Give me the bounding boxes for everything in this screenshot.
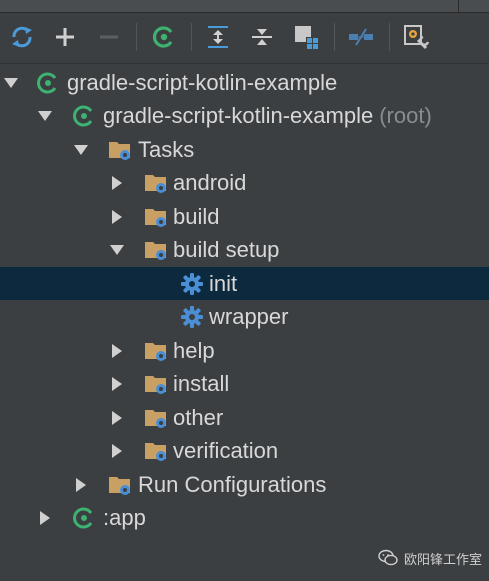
chevron-right-icon [112,175,122,190]
task-folder-icon [145,242,166,260]
expand-arrow[interactable] [72,468,90,501]
chevron-right-icon [112,209,122,224]
tree-node-android[interactable]: android [0,166,489,199]
task-folder-icon [145,175,166,193]
chevron-right-icon [40,510,50,525]
task-folder-icon [145,443,166,461]
title-strip [0,0,489,13]
tree-node-label-group: gradle-script-kotlin-example (root) [103,99,432,132]
tree-node-task-init[interactable]: init [0,267,489,300]
task-folder-icon [109,477,130,495]
tree-node-label: :app [103,505,146,530]
toolbar-separator [334,23,335,51]
tree-node-label: install [173,371,230,396]
tree-node-label: build setup [173,237,280,262]
task-folder-icon [109,142,130,160]
tree-node-label: gradle-script-kotlin-example [67,70,338,95]
chevron-right-icon [112,443,122,458]
chevron-down-icon [4,77,18,88]
root-suffix: (root) [379,103,432,128]
tree-node-task-wrapper[interactable]: wrapper [0,300,489,333]
gradle-icon [73,105,93,127]
tree-node-app-module[interactable]: :app [0,501,489,534]
tree-node-label: Tasks [138,137,195,162]
title-strip-divider [458,0,459,12]
tree-node-label: verification [173,438,279,463]
refresh-all-projects-button[interactable] [7,22,37,52]
gradle-icon [73,507,93,529]
chevron-right-icon [112,343,122,358]
chevron-right-icon [112,376,122,391]
tree-node-label: Run Configurations [138,472,327,497]
chevron-right-icon [112,410,122,425]
expand-arrow[interactable] [108,434,126,467]
gradle-icon [152,26,173,48]
expand-arrow[interactable] [108,233,126,266]
detach-gradle-project-button[interactable] [94,22,124,52]
expand-arrow[interactable] [36,501,54,534]
gradle-settings-button[interactable] [401,22,431,52]
tree-node-label: build [173,204,220,229]
settings-wrench-icon [404,25,430,50]
tree-node-other[interactable]: other [0,401,489,434]
expand-arrow[interactable] [108,334,126,367]
tree-node-label: other [173,405,224,430]
tree-node-label: init [209,271,238,296]
tree-node-label: help [173,338,215,363]
plus-icon [56,28,74,46]
tree-node-run-configurations[interactable]: Run Configurations [0,468,489,501]
expand-arrow[interactable] [108,200,126,233]
gear-icon [181,306,203,328]
gear-icon [181,273,203,295]
chevron-down-icon [74,144,88,155]
tree-node-root-module[interactable]: gradle-script-kotlin-example (root) [0,99,489,132]
execute-gradle-task-button[interactable] [149,22,179,52]
expand-arrow[interactable] [108,401,126,434]
toolbar-separator [191,23,192,51]
tree-node-verification[interactable]: verification [0,434,489,467]
collapse-all-button[interactable] [247,22,277,52]
group-modules-icon [295,26,318,49]
expand-all-icon [208,26,228,48]
chevron-down-icon [110,244,124,255]
tree-node-label: android [173,170,247,195]
offline-mode-icon [349,28,373,46]
chevron-right-icon [76,477,86,492]
task-folder-icon [145,410,166,428]
watermark-text: 欧阳锋工作室 [404,551,483,567]
expand-arrow[interactable] [36,99,54,132]
tree-node-install[interactable]: install [0,367,489,400]
tree-node-tasks[interactable]: Tasks [0,133,489,166]
collapse-all-icon [252,29,272,45]
tree-node-label: gradle-script-kotlin-example [103,103,374,128]
expand-all-button[interactable] [203,22,233,52]
task-folder-icon [145,209,166,227]
tree-node-label: wrapper [209,304,289,329]
minus-icon [100,35,118,39]
refresh-icon [12,26,32,48]
toolbar-separator [136,23,137,51]
gradle-icon [37,72,57,94]
task-folder-icon [145,343,166,361]
expand-arrow[interactable] [2,66,20,99]
tree-node-help[interactable]: help [0,334,489,367]
expand-arrow[interactable] [108,166,126,199]
group-modules-button[interactable] [291,22,321,52]
gradle-toolbar [0,13,489,64]
task-folder-icon [145,376,166,394]
tree-node-build-setup[interactable]: build setup [0,233,489,266]
tree-node-build[interactable]: build [0,200,489,233]
toolbar-separator [389,23,390,51]
watermark: 欧阳锋工作室 [378,546,482,570]
expand-arrow[interactable] [108,367,126,400]
expand-arrow[interactable] [72,133,90,166]
chevron-down-icon [38,110,52,121]
wechat-icon [378,549,398,566]
attach-gradle-project-button[interactable] [50,22,80,52]
tree-node-root-project[interactable]: gradle-script-kotlin-example [0,66,489,99]
toggle-offline-mode-button[interactable] [346,22,376,52]
